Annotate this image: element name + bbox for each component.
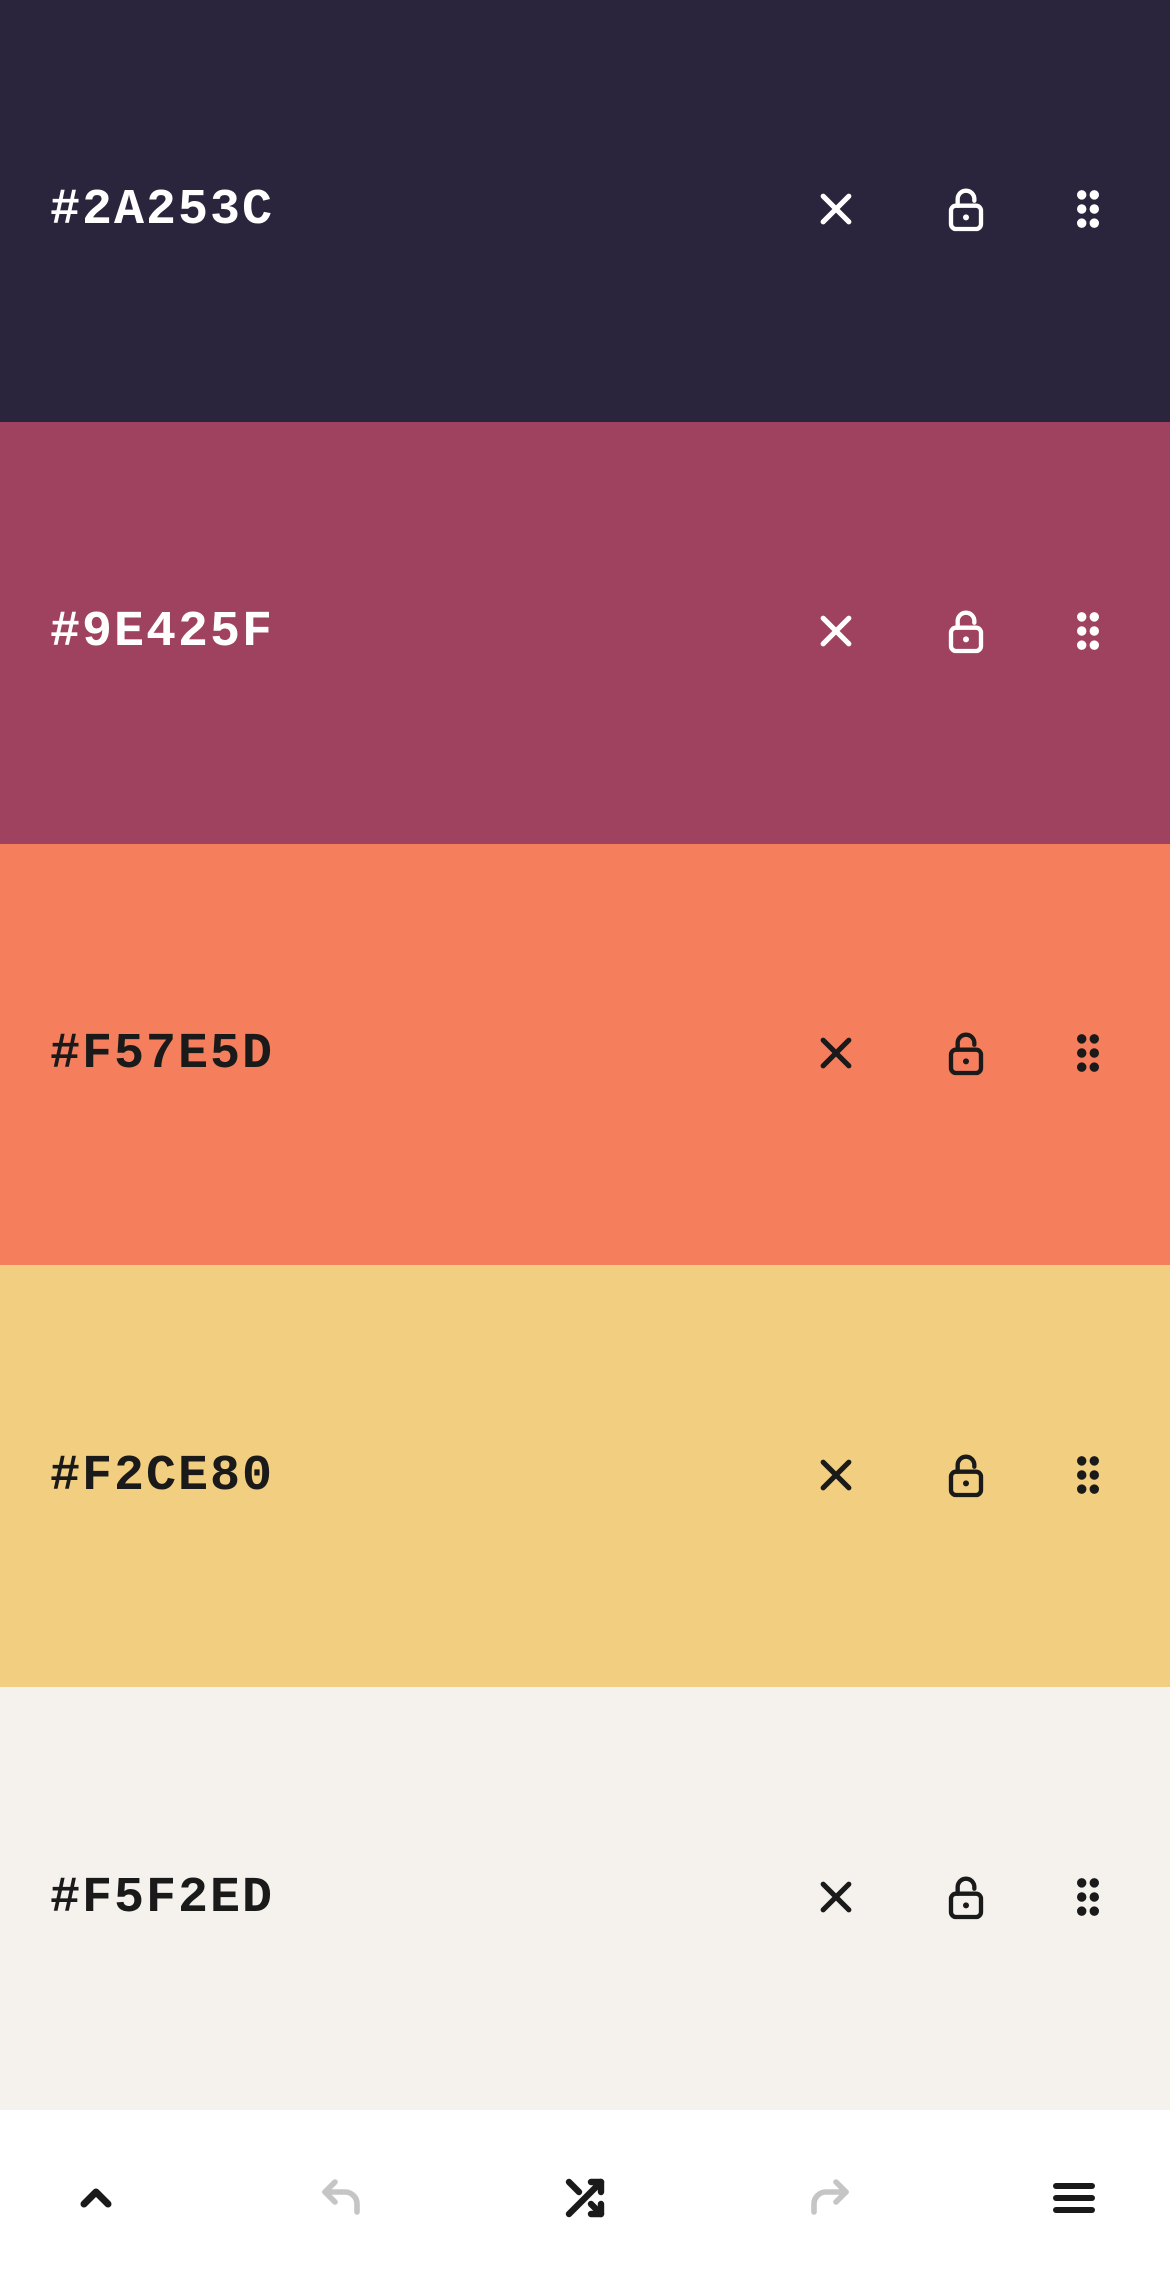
color-hex-label[interactable]: #9E425F: [50, 604, 806, 661]
drag-handle-icon: [1074, 187, 1102, 234]
lock-color-button[interactable]: [938, 1865, 994, 1932]
drag-handle-icon: [1074, 1453, 1102, 1500]
color-row-4[interactable]: #F5F2ED: [0, 1687, 1170, 2109]
drag-handle[interactable]: [1066, 179, 1110, 242]
row-actions: [806, 1865, 1120, 1932]
drag-handle-icon: [1074, 1031, 1102, 1078]
row-actions: [806, 599, 1120, 666]
drag-handle[interactable]: [1066, 601, 1110, 664]
undo-icon: [317, 2174, 365, 2225]
drag-handle-icon: [1074, 1875, 1102, 1922]
drag-handle-icon: [1074, 609, 1102, 656]
lock-color-button[interactable]: [938, 1443, 994, 1510]
color-row-2[interactable]: #F57E5D: [0, 844, 1170, 1266]
menu-button[interactable]: [1038, 2162, 1110, 2237]
unlock-icon: [946, 1873, 986, 1924]
close-icon: [814, 1031, 858, 1078]
redo-button[interactable]: [794, 2162, 866, 2237]
color-hex-label[interactable]: #F57E5D: [50, 1026, 806, 1083]
unlock-icon: [946, 1029, 986, 1080]
palette-container: #2A253C #9E425F: [0, 0, 1170, 2109]
color-hex-label[interactable]: #F5F2ED: [50, 1870, 806, 1927]
close-icon: [814, 1875, 858, 1922]
bottom-toolbar: [0, 2109, 1170, 2289]
row-actions: [806, 1021, 1120, 1088]
remove-color-button[interactable]: [806, 1867, 866, 1930]
lock-color-button[interactable]: [938, 599, 994, 666]
remove-color-button[interactable]: [806, 601, 866, 664]
lock-color-button[interactable]: [938, 1021, 994, 1088]
menu-icon: [1050, 2174, 1098, 2225]
close-icon: [814, 187, 858, 234]
row-actions: [806, 177, 1120, 244]
undo-button[interactable]: [305, 2162, 377, 2237]
color-row-3[interactable]: #F2CE80: [0, 1265, 1170, 1687]
chevron-up-icon: [72, 2174, 120, 2225]
redo-icon: [806, 2174, 854, 2225]
remove-color-button[interactable]: [806, 1445, 866, 1508]
color-row-0[interactable]: #2A253C: [0, 0, 1170, 422]
drag-handle[interactable]: [1066, 1867, 1110, 1930]
expand-up-button[interactable]: [60, 2162, 132, 2237]
close-icon: [814, 1453, 858, 1500]
shuffle-button[interactable]: [549, 2162, 621, 2237]
shuffle-icon: [561, 2174, 609, 2225]
remove-color-button[interactable]: [806, 179, 866, 242]
color-row-1[interactable]: #9E425F: [0, 422, 1170, 844]
remove-color-button[interactable]: [806, 1023, 866, 1086]
drag-handle[interactable]: [1066, 1023, 1110, 1086]
drag-handle[interactable]: [1066, 1445, 1110, 1508]
close-icon: [814, 609, 858, 656]
unlock-icon: [946, 185, 986, 236]
lock-color-button[interactable]: [938, 177, 994, 244]
unlock-icon: [946, 607, 986, 658]
unlock-icon: [946, 1451, 986, 1502]
row-actions: [806, 1443, 1120, 1510]
color-hex-label[interactable]: #2A253C: [50, 182, 806, 239]
color-hex-label[interactable]: #F2CE80: [50, 1448, 806, 1505]
